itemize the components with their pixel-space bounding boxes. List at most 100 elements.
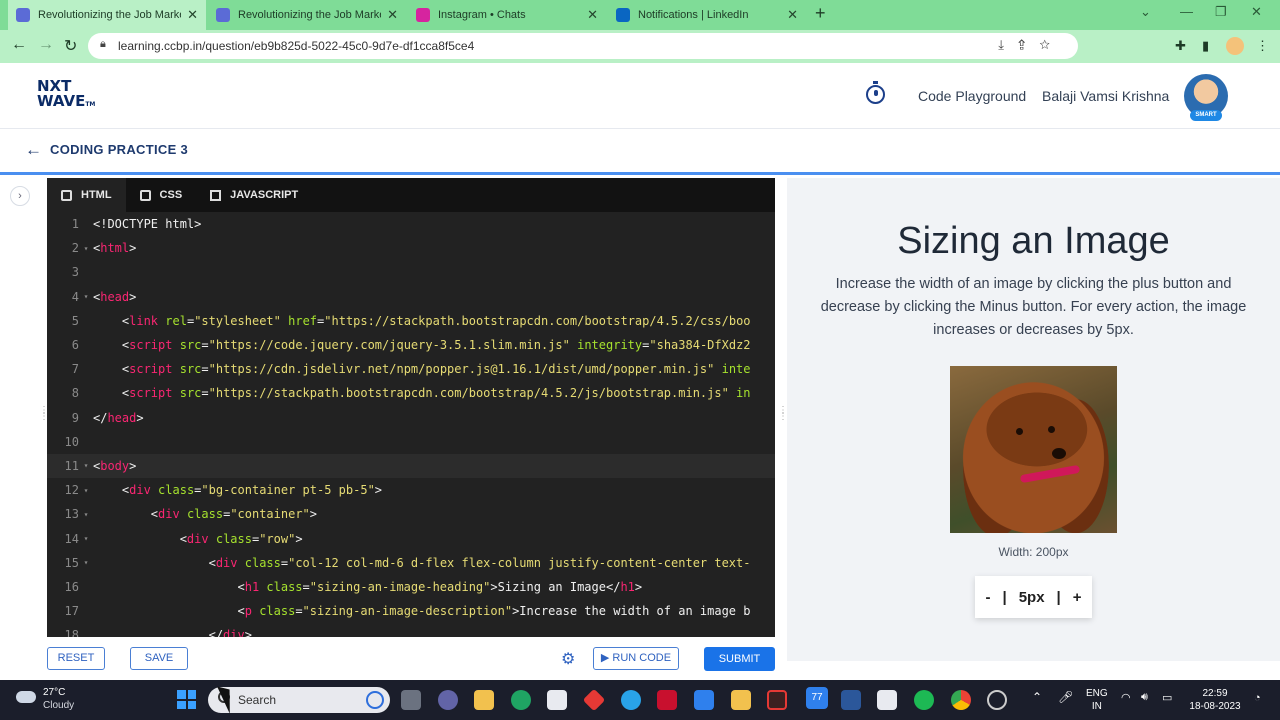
maximize-icon[interactable]: ❐ xyxy=(1215,4,1227,20)
teams-chat-icon[interactable] xyxy=(438,690,458,710)
submit-button[interactable]: SUBMIT xyxy=(704,647,775,671)
close-tab-icon[interactable]: ✕ xyxy=(787,7,798,23)
code-line[interactable]: 6 <script src="https://code.jquery.com/j… xyxy=(47,333,775,357)
code-line[interactable]: 13 ▾ <div class="container"> xyxy=(47,502,775,526)
left-resize-handle[interactable]: ⋮ ⋮ xyxy=(39,406,49,422)
code-text[interactable]: <script src="https://stackpath.bootstrap… xyxy=(93,386,751,400)
task-view-icon[interactable] xyxy=(401,690,421,710)
tab-search-icon[interactable]: ⌄ xyxy=(1140,4,1151,20)
fold-toggle-icon[interactable]: ▾ xyxy=(79,292,93,301)
run-code-button[interactable]: ▶ RUN CODE xyxy=(593,647,679,670)
browser-menu-icon[interactable]: ⋮ xyxy=(1256,38,1269,54)
expand-sidebar-chevron-icon[interactable]: › xyxy=(10,186,30,206)
store-icon[interactable] xyxy=(547,690,567,710)
code-text[interactable]: <div class="col-12 col-md-6 d-flex flex-… xyxy=(93,556,751,570)
code-text[interactable]: <h1 class="sizing-an-image-heading">Sizi… xyxy=(93,580,642,594)
increase-button[interactable]: + xyxy=(1067,589,1088,606)
chrome-icon[interactable] xyxy=(951,690,971,710)
browser-tab-2[interactable]: Revolutionizing the Job Market | ✕ xyxy=(208,0,406,30)
profile-avatar-icon[interactable] xyxy=(1226,37,1244,55)
recorder-icon[interactable] xyxy=(767,690,787,710)
url-bar[interactable]: 🔒︎ learning.ccbp.in/question/eb9b825d-50… xyxy=(88,33,1078,59)
code-editor[interactable]: HTML CSS JAVASCRIPT 1 <!DOCTYPE html> 2 ▾ <h… xyxy=(47,178,775,642)
notification-badge-app[interactable]: 77 xyxy=(806,687,828,709)
show-hidden-icons-chevron-icon[interactable]: ⌃ xyxy=(1032,691,1042,704)
code-line[interactable]: 11 ▾ <body> xyxy=(47,453,775,479)
code-line[interactable]: 3 xyxy=(47,260,775,284)
bing-icon[interactable] xyxy=(366,691,384,709)
mcafee-icon[interactable] xyxy=(657,690,677,710)
code-text[interactable]: <p class="sizing-an-image-description">I… xyxy=(93,604,750,618)
app-icon[interactable] xyxy=(621,690,641,710)
tab-css[interactable]: CSS xyxy=(126,178,197,212)
settings-app-icon[interactable] xyxy=(987,690,1007,710)
file-explorer-icon[interactable] xyxy=(474,690,494,710)
gear-icon[interactable]: ⚙ xyxy=(561,649,575,669)
fold-toggle-icon[interactable]: ▾ xyxy=(79,510,93,519)
code-line[interactable]: 10 xyxy=(47,430,775,454)
code-text[interactable]: <head> xyxy=(93,290,136,304)
word-icon[interactable] xyxy=(841,690,861,710)
new-tab-icon[interactable]: + xyxy=(815,3,826,24)
back-arrow-icon[interactable]: ← xyxy=(11,36,27,54)
fold-toggle-icon[interactable]: ▾ xyxy=(79,244,93,253)
url-text[interactable]: learning.ccbp.in/question/eb9b825d-5022-… xyxy=(118,39,474,53)
tab-html[interactable]: HTML xyxy=(47,178,126,212)
share-icon[interactable]: ⇪ xyxy=(1018,37,1039,52)
code-text[interactable]: <div class="bg-container pt-5 pb-5"> xyxy=(93,483,382,497)
battery-icon[interactable]: ▭ xyxy=(1162,692,1172,705)
code-playground-link[interactable]: Code Playground xyxy=(918,88,1026,104)
code-line[interactable]: 2 ▾ <html> xyxy=(47,236,775,260)
save-button[interactable]: SAVE xyxy=(130,647,188,670)
browser-tab-4[interactable]: Notifications | LinkedIn ✕ xyxy=(608,0,806,30)
code-line[interactable]: 8 <script src="https://stackpath.bootstr… xyxy=(47,381,775,405)
wifi-icon[interactable]: ◠ xyxy=(1121,692,1131,705)
microphone-icon[interactable]: 🎤︎ xyxy=(1058,691,1073,704)
avatar[interactable]: SMART xyxy=(1184,74,1228,121)
code-line[interactable]: 9 </head> xyxy=(47,406,775,430)
edge-icon[interactable] xyxy=(511,690,531,710)
todo-check-icon[interactable] xyxy=(694,690,714,710)
notifications-icon[interactable]: ◔ xyxy=(1254,692,1261,705)
snipping-tool-icon[interactable] xyxy=(877,690,897,710)
fold-toggle-icon[interactable]: ▾ xyxy=(79,558,93,567)
minimize-icon[interactable]: — xyxy=(1180,4,1193,19)
stopwatch-icon[interactable] xyxy=(866,81,885,104)
close-tab-icon[interactable]: ✕ xyxy=(587,7,598,23)
code-text[interactable]: <link rel="stylesheet" href="https://sta… xyxy=(93,314,751,328)
fold-toggle-icon[interactable]: ▾ xyxy=(79,534,93,543)
decrease-button[interactable]: - xyxy=(979,589,996,606)
code-line[interactable]: 14 ▾ <div class="row"> xyxy=(47,526,775,550)
code-line[interactable]: 4 ▾ <head> xyxy=(47,285,775,309)
reload-icon[interactable]: ↻ xyxy=(64,36,77,56)
code-text[interactable]: <html> xyxy=(93,241,136,255)
bookmark-star-icon[interactable]: ☆ xyxy=(1039,37,1064,52)
close-tab-icon[interactable]: ✕ xyxy=(187,7,198,23)
nxtwave-logo[interactable]: NXT WAVETM xyxy=(37,79,95,112)
code-line[interactable]: 16 <h1 class="sizing-an-image-heading">S… xyxy=(47,575,775,599)
code-text[interactable]: <body> xyxy=(93,459,136,473)
code-text[interactable]: <script src="https://code.jquery.com/jqu… xyxy=(93,338,751,352)
code-text[interactable]: <div class="container"> xyxy=(93,507,317,521)
code-text[interactable]: <script src="https://cdn.jsdelivr.net/np… xyxy=(93,362,751,376)
close-window-icon[interactable]: ✕ xyxy=(1251,4,1262,20)
code-line[interactable]: 17 <p class="sizing-an-image-description… xyxy=(47,599,775,623)
browser-tab-1[interactable]: Revolutionizing the Job Market | ✕ xyxy=(8,0,206,30)
close-tab-icon[interactable]: ✕ xyxy=(387,7,398,23)
forward-arrow-icon[interactable]: → xyxy=(38,36,54,54)
spotify-icon[interactable] xyxy=(914,690,934,710)
reset-button[interactable]: RESET xyxy=(47,647,105,670)
code-line[interactable]: 15 ▾ <div class="col-12 col-md-6 d-flex f… xyxy=(47,551,775,575)
lock-icon[interactable]: 🔒︎ xyxy=(100,38,106,51)
code-text[interactable]: </head> xyxy=(93,411,144,425)
browser-tab-3[interactable]: Instagram • Chats ✕ xyxy=(408,0,606,30)
code-line[interactable]: 1 <!DOCTYPE html> xyxy=(47,212,775,236)
code-line[interactable]: 7 <script src="https://cdn.jsdelivr.net/… xyxy=(47,357,775,381)
code-line[interactable]: 12 ▾ <div class="bg-container pt-5 pb-5"> xyxy=(47,478,775,502)
code-text[interactable]: <!DOCTYPE html> xyxy=(93,217,201,231)
install-icon[interactable]: ⤓ xyxy=(998,37,1018,52)
anydesk-icon[interactable] xyxy=(582,688,606,712)
sticky-notes-icon[interactable] xyxy=(731,690,751,710)
volume-icon[interactable]: 🔊︎ xyxy=(1141,691,1148,704)
windows-start-icon[interactable] xyxy=(177,690,196,709)
